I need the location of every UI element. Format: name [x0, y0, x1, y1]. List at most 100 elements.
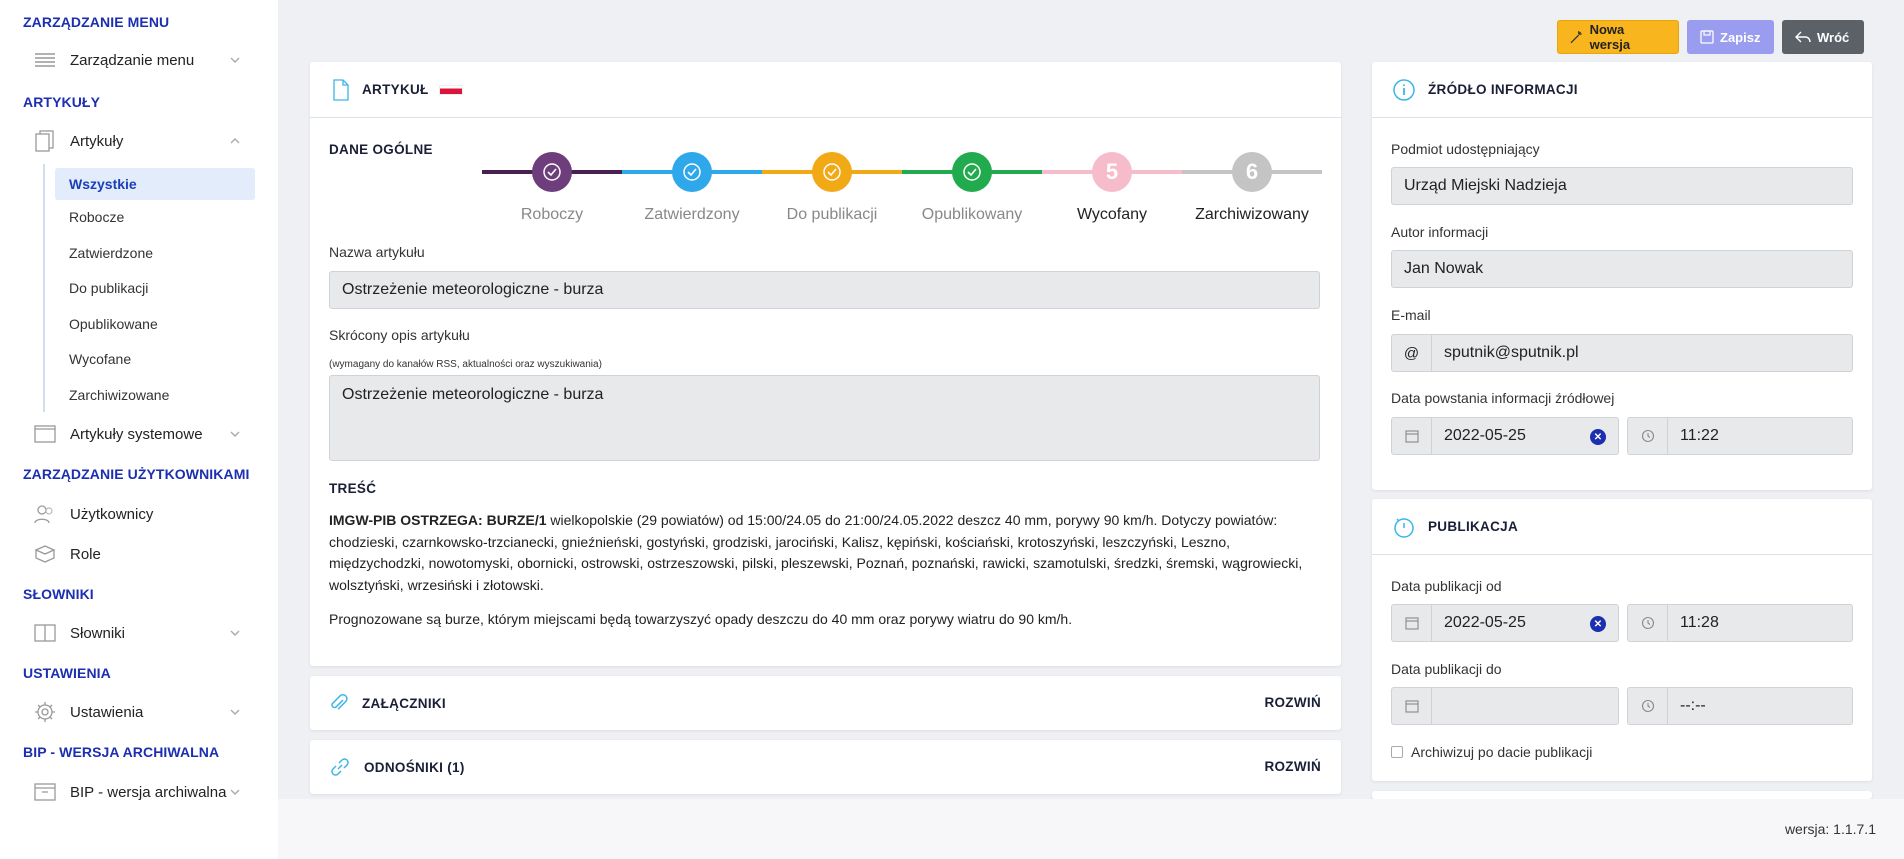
source-title: ŹRÓDŁO INFORMACJI [1428, 82, 1578, 97]
poland-flag-icon [438, 84, 463, 95]
source-time-input[interactable]: 11:22 [1667, 417, 1853, 455]
next-card-edge [1372, 791, 1872, 799]
content-bold: IMGW-PIB OSTRZEGA: BURZE/1 [329, 512, 547, 528]
publication-card-header: PUBLIKACJA [1372, 499, 1872, 555]
attachments-card[interactable]: ZAŁĄCZNIKI ROZWIŃ [310, 676, 1341, 730]
sidebar-section-dictionaries: SŁOWNIKI [23, 586, 94, 602]
archive-checkbox[interactable] [1391, 746, 1403, 758]
sidebar-subitem-approved[interactable]: Zatwierdzone [45, 236, 258, 272]
sidebar-section-menu: ZARZĄDZANIE MENU [23, 14, 170, 30]
sidebar-section-settings: USTAWIENIA [23, 665, 111, 681]
publish-to-label: Data publikacji do [1391, 661, 1502, 677]
sidebar-item-system-articles[interactable]: Artykuły systemowe [0, 414, 278, 454]
chevron-down-icon [230, 431, 240, 437]
publish-from-date-input[interactable]: 2022-05-25 ✕ [1431, 604, 1619, 642]
sidebar-item-dictionaries[interactable]: Słowniki [0, 613, 278, 653]
sidebar-item-label: Artykuły systemowe [70, 425, 203, 443]
publish-from-time-input[interactable]: 11:28 [1667, 604, 1853, 642]
floppy-icon [1700, 30, 1714, 44]
entity-label: Podmiot udostępniający [1391, 141, 1540, 157]
step-label: Opublikowany [921, 206, 1023, 223]
step-withdrawn[interactable]: 5 Wycofany [1042, 152, 1182, 224]
source-card-header: ŹRÓDŁO INFORMACJI [1372, 62, 1872, 118]
users-icon [34, 503, 56, 525]
chevron-up-icon [230, 138, 240, 144]
sidebar-item-bip-archive[interactable]: BIP - wersja archiwalna [0, 772, 278, 812]
author-input[interactable]: Jan Nowak [1391, 250, 1853, 288]
publish-to-time-input[interactable]: --:-- [1667, 687, 1853, 725]
sidebar-section-articles: ARTYKUŁY [23, 94, 101, 110]
check-icon [532, 152, 572, 192]
email-input[interactable]: sputnik@sputnik.pl [1431, 334, 1853, 372]
sidebar-item-menu-management[interactable]: Zarządzanie menu [0, 40, 278, 80]
save-label: Zapisz [1720, 29, 1761, 45]
status-stepper: Roboczy Zatwierdzony Do publikacji Opubl… [482, 152, 1322, 242]
archive-checkbox-label: Archiwizuj po dacie publikacji [1411, 744, 1593, 760]
sidebar-subitem-drafts[interactable]: Robocze [45, 200, 258, 236]
links-card[interactable]: ODNOŚNIKI (1) ROZWIŃ [310, 740, 1341, 794]
sidebar-section-bip-archive: BIP - WERSJA ARCHIWALNA [23, 744, 220, 760]
entity-input[interactable]: Urząd Miejski Nadzieja [1391, 167, 1853, 205]
step-to-publish[interactable]: Do publikacji [762, 152, 902, 224]
article-card-title: ARTYKUŁ [362, 82, 429, 97]
sidebar-item-label: Ustawienia [70, 703, 144, 721]
back-button[interactable]: Wróć [1782, 20, 1864, 54]
attachments-expand-toggle[interactable]: ROZWIŃ [1264, 695, 1321, 710]
publish-from-label: Data publikacji od [1391, 578, 1502, 594]
step-label: Zatwierdzony [644, 206, 740, 223]
sidebar-subitem-to-publish[interactable]: Do publikacji [45, 271, 258, 307]
calendar-icon [1391, 417, 1432, 455]
content-paragraph-1[interactable]: IMGW-PIB OSTRZEGA: BURZE/1 wielkopolskie… [329, 510, 1319, 596]
archive-checkbox-row[interactable]: Archiwizuj po dacie publikacji [1391, 744, 1592, 760]
archive-icon [34, 781, 56, 803]
sidebar-subitem-archived[interactable]: Zarchiwizowane [45, 378, 258, 414]
clear-icon[interactable]: ✕ [1590, 616, 1606, 632]
email-label: E-mail [1391, 307, 1431, 323]
sidebar-subitem-all[interactable]: Wszystkie [55, 168, 255, 200]
box-icon [34, 543, 56, 565]
window-icon [34, 423, 56, 445]
sidebar-item-users[interactable]: Użytkownicy [0, 494, 278, 534]
calendar-icon [1391, 604, 1432, 642]
sidebar-item-settings[interactable]: Ustawienia [0, 692, 278, 732]
step-published[interactable]: Opublikowany [902, 152, 1042, 224]
chevron-down-icon [230, 57, 240, 63]
new-version-button[interactable]: Nowa wersja [1557, 20, 1679, 54]
sidebar-subitem-withdrawn[interactable]: Wycofane [45, 342, 258, 378]
menu-lines-icon [34, 49, 56, 71]
step-label: Zarchiwizowany [1195, 206, 1309, 223]
sidebar-subitem-published[interactable]: Opublikowane [45, 307, 258, 343]
step-draft[interactable]: Roboczy [482, 152, 622, 224]
version-text: wersja: 1.1.7.1 [1784, 821, 1876, 837]
article-name-input[interactable]: Ostrzeżenie meteorologiczne - burza [329, 271, 1320, 309]
attachments-title: ZAŁĄCZNIKI [362, 695, 446, 711]
content-paragraph-2[interactable]: Prognozowane są burze, którym miejscami … [329, 609, 1319, 631]
publication-card: PUBLIKACJA Data publikacji od 2022-05-25… [1372, 499, 1872, 781]
sidebar-item-roles[interactable]: Role [0, 534, 278, 574]
save-button[interactable]: Zapisz [1687, 20, 1774, 54]
sidebar-item-label: Słowniki [70, 624, 126, 642]
publish-from-date-value: 2022-05-25 [1444, 614, 1526, 631]
short-desc-hint: (wymagany do kanałów RSS, aktualności or… [329, 359, 602, 370]
publish-to-date-input[interactable] [1431, 687, 1619, 725]
step-archived[interactable]: 6 Zarchiwizowany [1182, 152, 1322, 224]
clear-icon[interactable]: ✕ [1590, 429, 1606, 445]
reply-icon [1795, 31, 1811, 43]
links-expand-toggle[interactable]: ROZWIŃ [1264, 759, 1321, 774]
wand-icon [1570, 31, 1582, 44]
email-group: @ sputnik@sputnik.pl [1391, 334, 1853, 372]
clock-icon [1627, 417, 1668, 455]
sidebar-item-label: Zarządzanie menu [70, 51, 195, 69]
source-date-input[interactable]: 2022-05-25 ✕ [1431, 417, 1619, 455]
sidebar-item-articles[interactable]: Artykuły [0, 121, 278, 161]
short-desc-textarea[interactable]: Ostrzeżenie meteorologiczne - burza [329, 375, 1320, 461]
step-label: Roboczy [520, 206, 584, 223]
step-label: Wycofany [1076, 206, 1148, 223]
clock-icon [1627, 604, 1668, 642]
link-icon [331, 758, 349, 776]
article-card: ARTYKUŁ DANE OGÓLNE Roboczy Zatwierdzony… [310, 62, 1341, 666]
paperclip-icon [331, 694, 348, 710]
step-approved[interactable]: Zatwierdzony [622, 152, 762, 224]
sidebar-item-label: Role [70, 545, 101, 563]
source-date-label: Data powstania informacji źródłowej [1391, 390, 1615, 406]
